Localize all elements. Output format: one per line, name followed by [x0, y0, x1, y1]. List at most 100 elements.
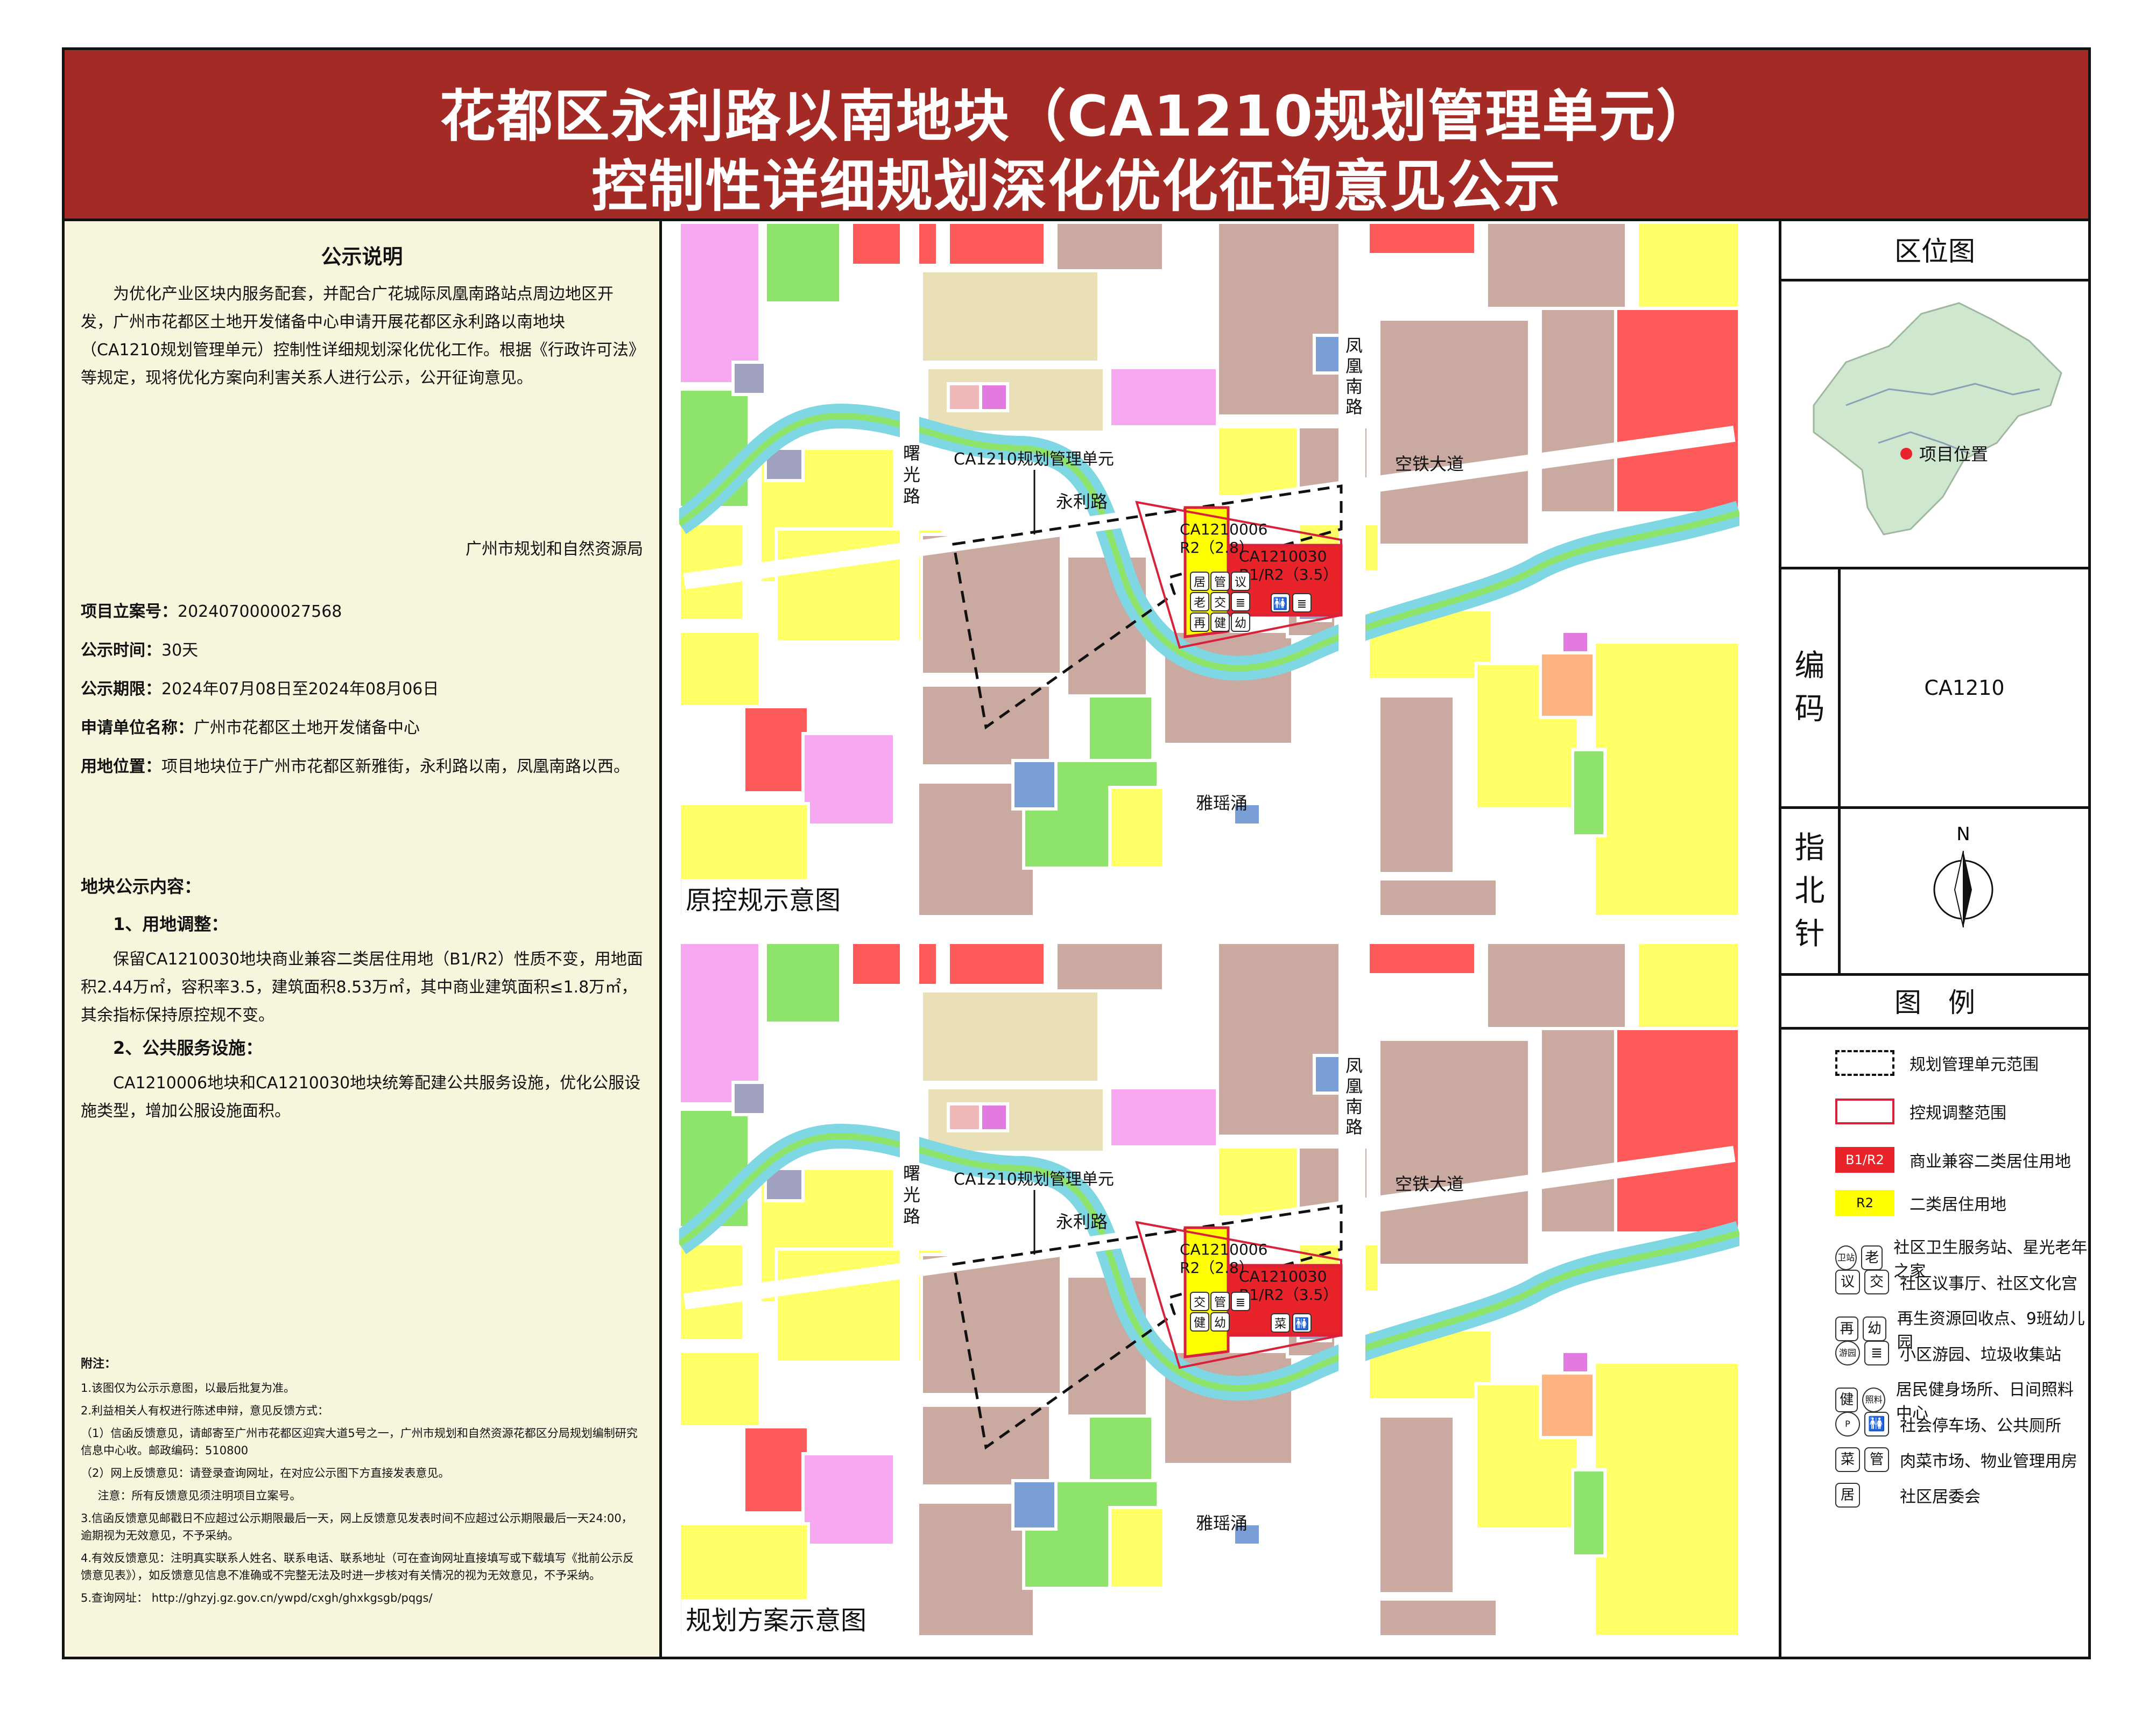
- land-parcel: [1011, 1479, 1058, 1531]
- land-parcel: [1366, 942, 1477, 976]
- content-heading: 地块公示内容：: [81, 876, 202, 897]
- maps-panel: CA1210006 R2（2.8） CA1210030 B1/R2（3.5）居管议老交…: [662, 221, 1781, 1657]
- river-label-yayao: 雅瑶涌: [1196, 1513, 1248, 1533]
- legend-unit-boundary: 规划管理单元范围: [1835, 1050, 2039, 1076]
- road-label-yongli: 永利路: [1056, 491, 1108, 512]
- field-applicant: 申请单位名称：广州市花都区土地开发储备中心: [81, 719, 420, 737]
- toilet-icon: 🚻: [1864, 1412, 1889, 1437]
- plot-b-code-label: CA1210030: [1239, 547, 1327, 565]
- land-parcel: [1485, 222, 1628, 310]
- original-plan-map: CA1210006 R2（2.8） CA1210030 B1/R2（3.5）居管议老交…: [679, 222, 1739, 917]
- land-parcel: [947, 382, 982, 412]
- facility-icon-label: 🚻: [1294, 1317, 1309, 1331]
- legend-unit-label: 规划管理单元范围: [1910, 1055, 2039, 1074]
- land-parcel: [850, 942, 939, 987]
- note-2-2: （2）网上反馈意见：请登录查询网址，在对应公示图下方直接发表意见。: [81, 1467, 450, 1480]
- note-2: 2.利益相关人有权进行陈述申辩，意见反馈方式：: [81, 1404, 329, 1417]
- original-plan-caption: 原控规示意图: [681, 879, 846, 917]
- land-parcel: [1560, 630, 1590, 654]
- parking-icon: P: [1835, 1412, 1860, 1437]
- location-map-title: 区位图: [1781, 221, 2088, 281]
- land-parcel: [947, 942, 1047, 987]
- legend-b1r2: B1/R2 商业兼容二类居住用地: [1835, 1147, 2071, 1173]
- project-location-label: 项目位置: [1919, 444, 1988, 464]
- item1-text: 保留CA1210030地块商业兼容二类居住用地（B1/R2）性质不变，用地面积2…: [81, 950, 643, 1025]
- road-shuguang: [900, 942, 919, 1637]
- land-parcel: [731, 361, 767, 396]
- legend-adjust-label: 控规调整范围: [1910, 1104, 2006, 1123]
- facility-icon-label: 健: [1214, 617, 1226, 630]
- location-map-graphic: 项目位置: [1813, 302, 2062, 536]
- legend-b1r2-label: 商业兼容二类居住用地: [1910, 1152, 2071, 1171]
- culture-center-icon: 交: [1864, 1270, 1889, 1294]
- elder-home-icon: 老: [1861, 1245, 1883, 1270]
- land-parcel: [947, 222, 1047, 267]
- daycare-icon: 照料: [1862, 1388, 1885, 1412]
- facility-icon-label: 老: [1194, 596, 1206, 610]
- land-parcel: [742, 1425, 810, 1515]
- land-parcel: [979, 1102, 1009, 1132]
- land-parcel: [1614, 1027, 1739, 1235]
- north-cell: 指北针 N: [1781, 809, 2088, 976]
- code-label: 编码: [1781, 569, 1841, 806]
- field-duration: 公示时间：30天: [81, 641, 199, 660]
- notice-heading: 公示说明: [321, 245, 403, 269]
- land-parcel: [1593, 1361, 1739, 1637]
- land-parcel: [801, 1452, 896, 1547]
- property-office-icon: 管: [1864, 1447, 1889, 1472]
- code-cell: 编码 CA1210: [1781, 569, 2088, 809]
- plot-b-use-label: B1/R2（3.5）: [1239, 566, 1338, 583]
- note-attention: 注意：所有反馈意见须注明项目立案号。: [97, 1489, 301, 1502]
- poster-frame: 花都区永利路以南地块（CA1210规划管理单元） 控制性详细规划深化优化征询意见…: [62, 47, 2091, 1659]
- land-parcel: [1108, 1506, 1165, 1590]
- land-parcel: [1054, 942, 1165, 992]
- land-parcel: [1539, 651, 1596, 719]
- land-parcel: [1108, 366, 1219, 428]
- item1-title: 1、用地调整：: [113, 914, 229, 934]
- road-label-fenghuang: 凰: [1345, 356, 1363, 376]
- land-parcel: [1054, 222, 1165, 272]
- planning-unit-label: CA1210规划管理单元: [954, 1170, 1114, 1189]
- code-value: CA1210: [1924, 676, 2005, 700]
- legend-parking-toilet: P 🚻 社会停车场、公共厕所: [1835, 1412, 2061, 1437]
- legend-title: 图 例: [1781, 976, 2088, 1030]
- garbage-station-icon: ≣: [1864, 1341, 1889, 1365]
- land-parcel: [801, 732, 896, 827]
- road-label-fenghuang: 路: [1345, 1117, 1363, 1137]
- note-4: 4.有效反馈意见：注明真实联系人姓名、联系电话、联系地址（可在查询网址直接填写或…: [81, 1552, 635, 1582]
- notice-panel: 公示说明 为优化产业区块内服务配套，并配合广花城际凤凰南路站点周边地区开发，广州…: [65, 221, 662, 1657]
- land-parcel: [1377, 1597, 1499, 1637]
- legend-market-property: 菜管 肉菜市场、物业管理用房: [1835, 1447, 2077, 1472]
- note-1: 1.该图仅为公示示意图，以最后批复为准。: [81, 1382, 295, 1395]
- land-parcel: [1377, 877, 1499, 917]
- land-parcel: [1560, 1350, 1590, 1375]
- legend-r2-swatch: R2: [1835, 1190, 1894, 1216]
- legend-adjust-swatch: [1835, 1099, 1894, 1124]
- legend-b1r2-swatch: B1/R2: [1835, 1147, 1894, 1173]
- land-parcel: [1571, 748, 1607, 837]
- land-parcel: [947, 1102, 982, 1132]
- road-label-fenghuang: 南: [1345, 1096, 1363, 1117]
- facility-icon-label: 议: [1235, 576, 1246, 589]
- land-parcel: [1087, 1414, 1154, 1482]
- land-parcel: [679, 630, 762, 708]
- facility-icon-label: 🚻: [1273, 597, 1287, 611]
- land-parcel: [742, 705, 810, 794]
- facility-icon-label: 管: [1214, 576, 1226, 589]
- land-parcel: [979, 382, 1009, 412]
- facility-icon-label: ≣: [1297, 597, 1307, 611]
- note-3: 3.信函反馈意见邮戳日不应超过公示期限最后一天，网上反馈意见发表时间不应超过公示…: [81, 1512, 633, 1542]
- land-parcel: [1108, 786, 1165, 870]
- road-shuguang: [900, 222, 919, 917]
- garden-icon: 游园: [1835, 1341, 1860, 1365]
- land-parcel: [1377, 694, 1456, 875]
- land-parcel: [1087, 694, 1154, 762]
- road-label-shuguang: 路: [903, 1206, 920, 1227]
- info-panel: 区位图 项目位置 编码 CA1210 指北针 N 图 例 规划管理单元范围 控规…: [1781, 221, 2088, 1657]
- planned-scheme-caption: 规划方案示意图: [681, 1599, 871, 1637]
- land-parcel: [764, 942, 842, 1025]
- facility-icon-label: ≣: [1236, 1296, 1245, 1309]
- note-5: 5.查询网址： http://ghzyj.gz.gov.cn/ywpd/cxgh…: [81, 1592, 433, 1604]
- legend-garden-garbage: 游园 ≣ 小区游园、垃圾收集站: [1835, 1341, 2061, 1365]
- land-parcel: [1485, 942, 1628, 1030]
